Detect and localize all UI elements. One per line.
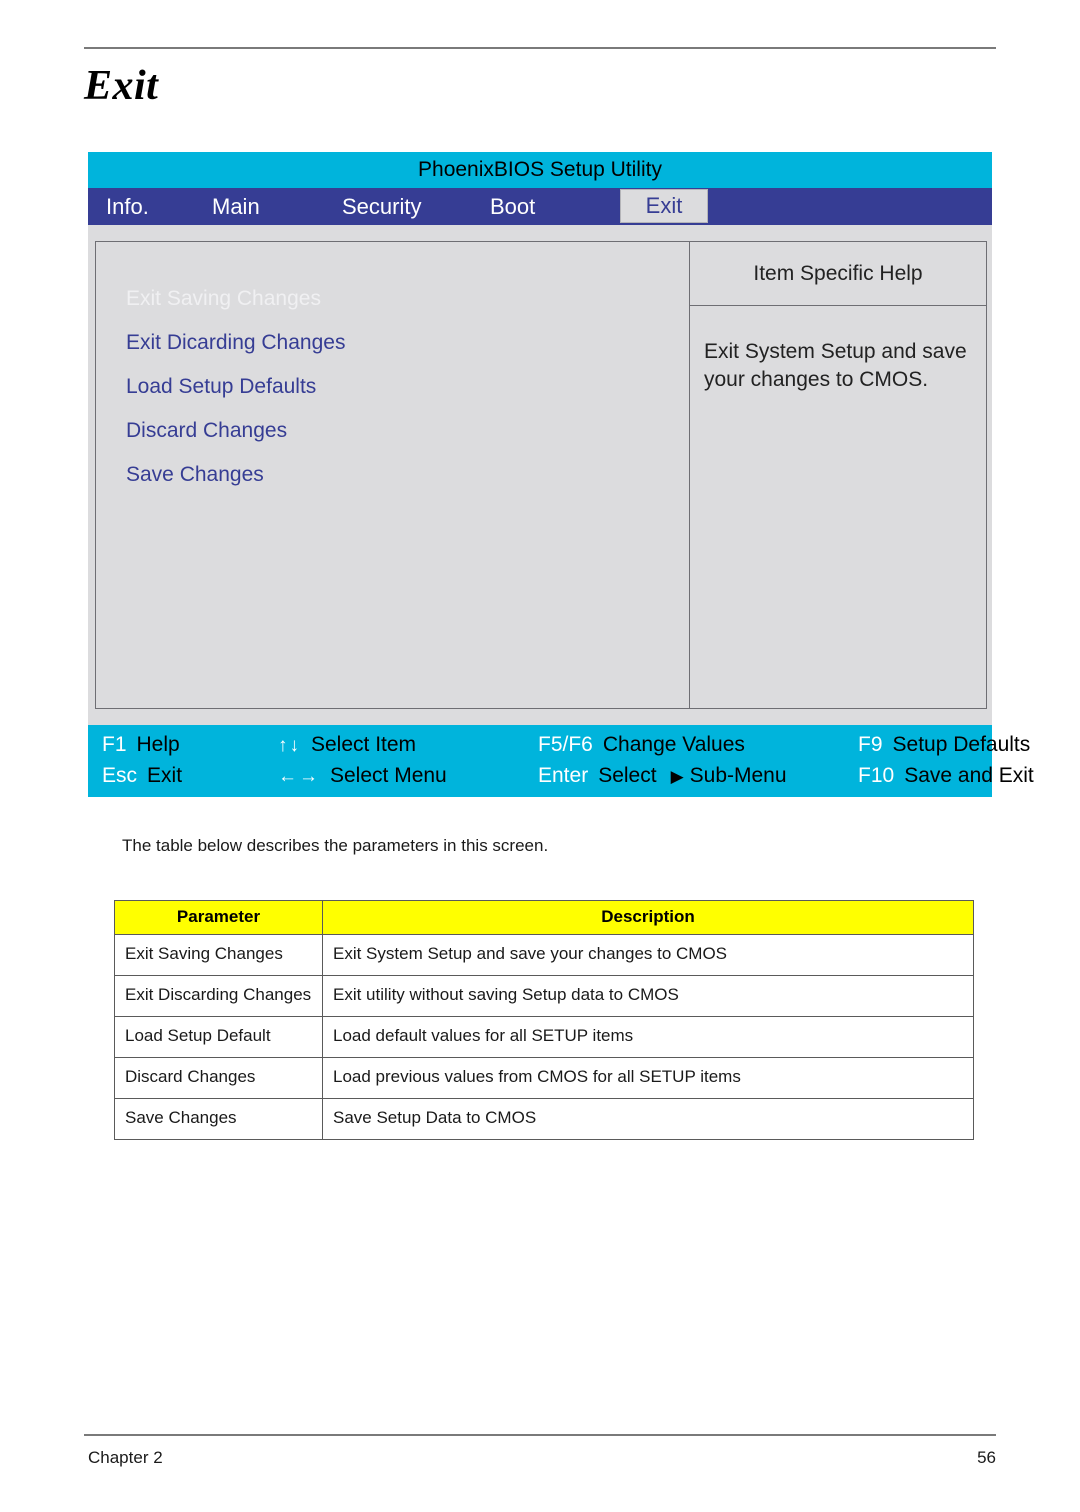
menu-item-exit-saving-changes[interactable]: Exit Saving Changes xyxy=(126,287,689,311)
tab-security[interactable]: Security xyxy=(336,188,484,225)
bios-title-bar: PhoenixBIOS Setup Utility xyxy=(88,152,992,188)
column-header-parameter: Parameter xyxy=(114,900,323,935)
key-enter[interactable]: Enter Select ▶ Sub-Menu xyxy=(538,764,858,788)
column-header-description: Description xyxy=(322,900,974,935)
header-rule xyxy=(84,47,996,49)
menu-item-save-changes[interactable]: Save Changes xyxy=(126,463,689,487)
bios-key-legend: F1 Help ↑↓ Select Item F5/F6 Change Valu… xyxy=(88,725,1034,797)
key-f10[interactable]: F10 Save and Exit xyxy=(858,763,1034,788)
cell-description: Load previous values from CMOS for all S… xyxy=(322,1056,974,1099)
key-f9-desc: Setup Defaults xyxy=(892,732,1031,756)
bios-setup-screenshot: PhoenixBIOS Setup Utility Info. Main Sec… xyxy=(88,152,1034,797)
key-legend-row-2: Esc Exit ←→ Select Menu Enter Select ▶ S… xyxy=(88,760,1034,791)
menu-item-load-setup-defaults[interactable]: Load Setup Defaults xyxy=(126,375,689,399)
tab-main[interactable]: Main xyxy=(206,188,336,225)
cell-parameter: Save Changes xyxy=(114,1097,323,1140)
tab-info[interactable]: Info. xyxy=(88,188,206,225)
key-f1-desc: Help xyxy=(136,732,180,756)
cell-description: Save Setup Data to CMOS xyxy=(322,1097,974,1140)
key-f9-name: F9 xyxy=(858,732,883,756)
tab-boot[interactable]: Boot xyxy=(484,188,620,225)
table-row: Discard Changes Load previous values fro… xyxy=(114,1056,974,1099)
table-row: Save Changes Save Setup Data to CMOS xyxy=(114,1097,974,1140)
intro-paragraph: The table below describes the parameters… xyxy=(122,836,549,855)
triangle-right-icon: ▶ xyxy=(670,766,684,786)
key-leftright-desc: Select Menu xyxy=(330,763,447,787)
bios-title-text: PhoenixBIOS Setup Utility xyxy=(418,158,662,181)
menu-item-exit-discarding-changes[interactable]: Exit Dicarding Changes xyxy=(126,331,689,355)
item-specific-help-panel: Item Specific Help Exit System Setup and… xyxy=(690,241,987,709)
key-f5-f6-name: F5/F6 xyxy=(538,732,593,756)
footer-rule xyxy=(84,1434,996,1436)
cell-description: Load default values for all SETUP items xyxy=(322,1015,974,1058)
key-f1-name: F1 xyxy=(102,732,127,756)
key-leftright[interactable]: ←→ Select Menu xyxy=(278,764,538,788)
footer-page-number: 56 xyxy=(977,1448,996,1467)
table-header-row: Parameter Description xyxy=(114,900,974,935)
key-enter-desc: Select xyxy=(598,763,657,787)
key-enter-name: Enter xyxy=(538,763,589,787)
key-submenu-label: Sub-Menu xyxy=(689,763,787,787)
key-legend-row-1: F1 Help ↑↓ Select Item F5/F6 Change Valu… xyxy=(88,729,1030,760)
table-row: Exit Saving Changes Exit System Setup an… xyxy=(114,934,974,976)
table-row: Load Setup Default Load default values f… xyxy=(114,1015,974,1058)
cell-description: Exit System Setup and save your changes … xyxy=(322,934,974,976)
bios-tab-bar[interactable]: Info. Main Security Boot Exit xyxy=(88,188,992,225)
cell-description: Exit utility without saving Setup data t… xyxy=(322,974,974,1017)
key-f5-f6-desc: Change Values xyxy=(602,732,745,756)
arrow-left-right-icon: ←→ xyxy=(278,765,320,787)
cell-parameter: Exit Saving Changes xyxy=(114,934,323,976)
key-esc[interactable]: Esc Exit xyxy=(88,764,278,788)
table-row: Exit Discarding Changes Exit utility wit… xyxy=(114,974,974,1017)
key-updown-desc: Select Item xyxy=(311,732,417,756)
help-panel-text: Exit System Setup and save your changes … xyxy=(704,340,967,392)
key-f10-desc: Save and Exit xyxy=(904,763,1034,787)
key-f9[interactable]: F9 Setup Defaults xyxy=(858,732,1030,757)
cell-parameter: Discard Changes xyxy=(114,1056,323,1099)
bios-panels: Exit Saving Changes Exit Dicarding Chang… xyxy=(95,241,987,709)
menu-item-discard-changes[interactable]: Discard Changes xyxy=(126,419,689,443)
key-updown[interactable]: ↑↓ Select Item xyxy=(278,733,538,757)
key-esc-name: Esc xyxy=(102,763,138,787)
cell-parameter: Load Setup Default xyxy=(114,1015,323,1058)
parameters-table: Parameter Description Exit Saving Change… xyxy=(114,900,974,1140)
arrow-up-down-icon: ↑↓ xyxy=(278,734,301,756)
help-panel-heading: Item Specific Help xyxy=(690,242,986,306)
page-title: Exit xyxy=(84,63,159,109)
key-esc-desc: Exit xyxy=(147,763,183,787)
key-f5-f6[interactable]: F5/F6 Change Values xyxy=(538,733,858,757)
exit-menu-panel: Exit Saving Changes Exit Dicarding Chang… xyxy=(95,241,690,709)
cell-parameter: Exit Discarding Changes xyxy=(114,974,323,1017)
tab-exit[interactable]: Exit xyxy=(620,189,708,223)
key-f1[interactable]: F1 Help xyxy=(88,733,278,757)
bios-content-area: Exit Saving Changes Exit Dicarding Chang… xyxy=(88,225,992,725)
key-f10-name: F10 xyxy=(858,763,895,787)
